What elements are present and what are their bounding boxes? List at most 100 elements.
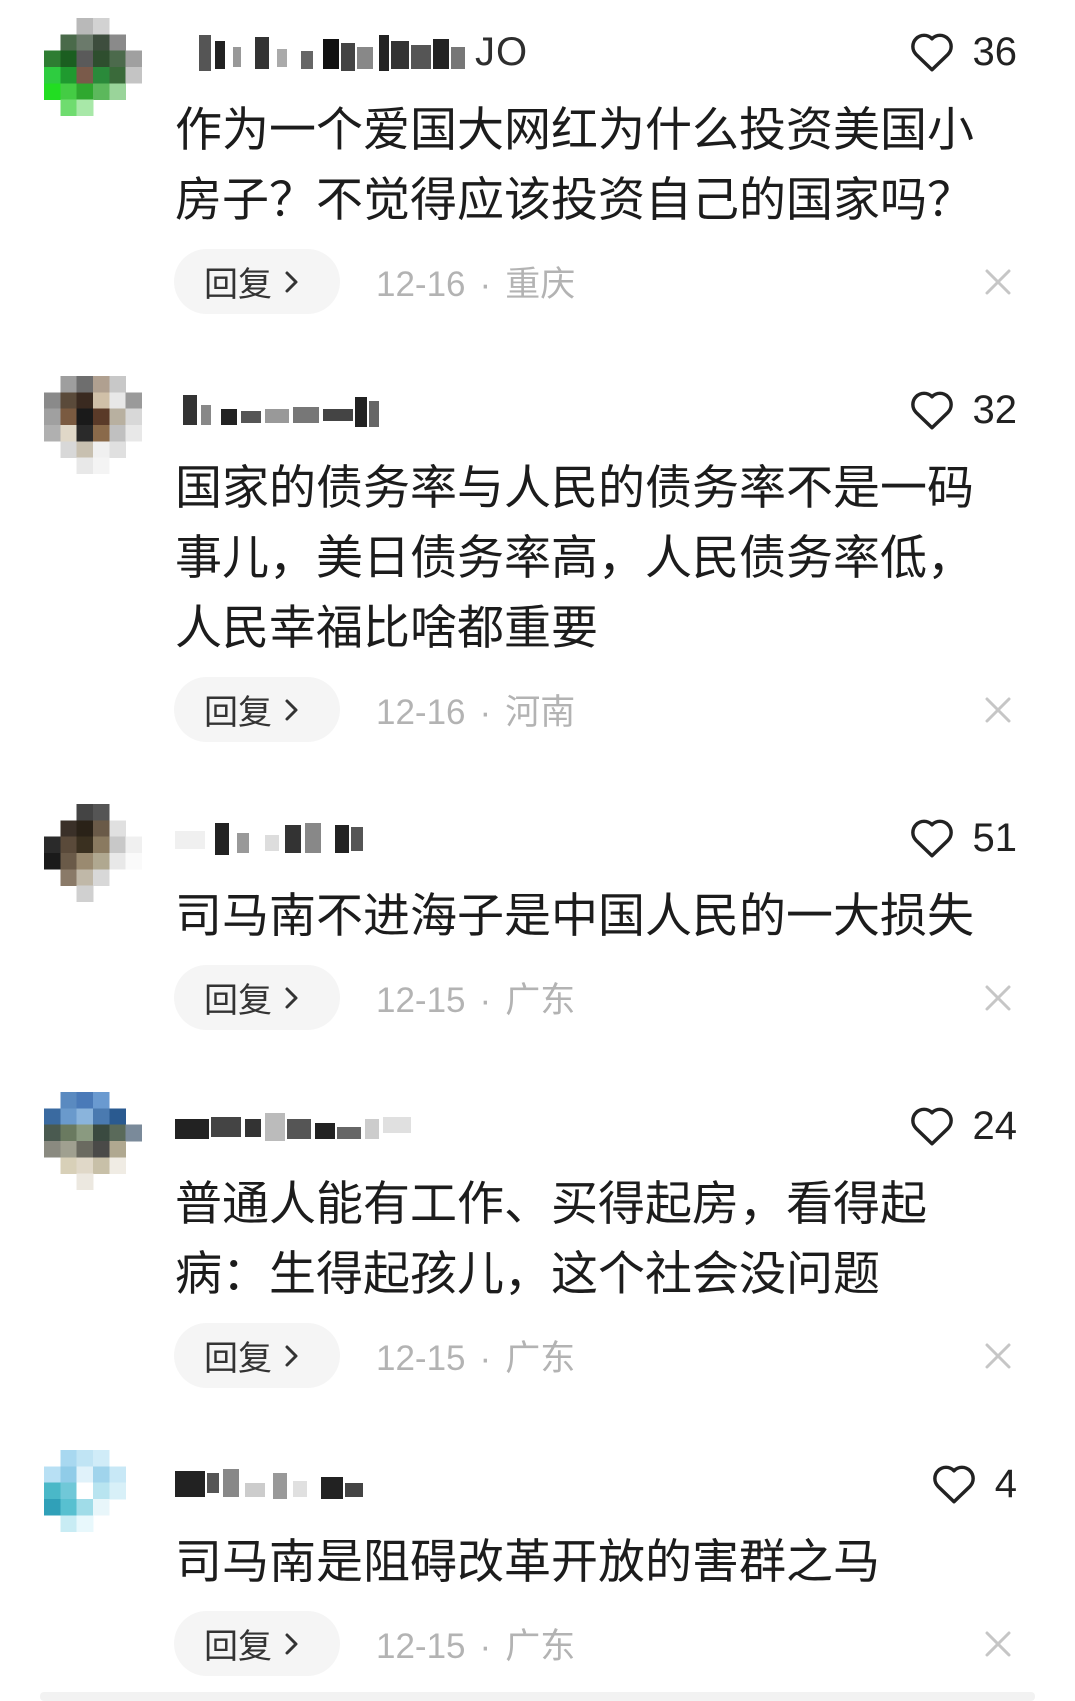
mosaic-cell	[76, 804, 94, 821]
username-blur-block	[321, 1477, 343, 1499]
close-icon[interactable]	[985, 1343, 1011, 1369]
mosaic-cell	[93, 67, 110, 84]
mosaic-cell	[60, 425, 77, 442]
mosaic-cell	[76, 1092, 94, 1109]
mosaic-cell	[93, 1450, 110, 1467]
comment-header: 24	[175, 1096, 1017, 1156]
username-blur-block	[335, 825, 349, 853]
mosaic-cell	[109, 1157, 126, 1174]
mosaic-cell	[44, 408, 61, 426]
mosaic-cell	[93, 1157, 110, 1174]
like-button[interactable]: 36	[909, 22, 1017, 82]
mosaic-cell	[109, 34, 126, 51]
username-blur-block	[451, 47, 465, 69]
username-blur-block	[287, 1119, 311, 1139]
reply-button[interactable]: 回复	[174, 965, 340, 1030]
comment-text: 国家的债务率与人民的债务率不是一码 事儿，美日债务率高，人民债务率低， 人民幸福…	[175, 453, 1005, 663]
close-icon[interactable]	[985, 985, 1011, 1011]
mosaic-cell	[93, 1482, 110, 1500]
username-blur-block	[411, 45, 431, 69]
reply-button[interactable]: 回复	[174, 1323, 340, 1388]
comment-text-line: 人民幸福比啥都重要	[175, 601, 598, 654]
username-blur-block	[183, 395, 197, 425]
chevron-right-icon	[285, 271, 298, 292]
user-avatar[interactable]	[44, 1450, 142, 1548]
mosaic-cell	[60, 853, 77, 870]
reply-label: 回复	[204, 1628, 272, 1666]
mosaic-cell	[125, 1124, 142, 1142]
username-blur-block	[237, 833, 249, 853]
mosaic-cell	[93, 836, 110, 854]
mosaic-cell	[76, 408, 94, 426]
mosaic-cell	[93, 392, 110, 409]
comment-footer: 回复 12-15 · 广东	[174, 1323, 1075, 1388]
mosaic-cell	[109, 376, 126, 393]
mosaic-cell	[76, 869, 94, 886]
comment-text-line: 作为一个爱国大网红为什么投资美国小	[175, 103, 974, 156]
mosaic-cell	[44, 1141, 61, 1158]
comment-item: 32 国家的债务率与人民的债务率不是一码 事儿，美日债务率高，人民债务率低， 人…	[0, 376, 1075, 742]
username-blur-block	[293, 407, 319, 423]
mosaic-cell	[109, 83, 126, 100]
reply-button[interactable]: 回复	[174, 677, 340, 742]
mosaic-cell	[76, 1450, 94, 1467]
mosaic-cell	[44, 1124, 61, 1142]
close-icon[interactable]	[985, 697, 1011, 723]
mosaic-cell	[125, 836, 142, 854]
username-blur-block	[255, 37, 269, 69]
like-button[interactable]: 51	[909, 808, 1018, 868]
username-blur-block	[351, 827, 363, 851]
mosaic-cell	[93, 457, 110, 474]
comment-location: 重庆	[505, 265, 576, 304]
user-avatar[interactable]	[44, 1092, 142, 1190]
mosaic-cell	[109, 408, 126, 426]
chevron-shape	[285, 987, 298, 1008]
reply-label: 回复	[204, 694, 272, 732]
mosaic-cell	[60, 1499, 77, 1516]
username-blur-block	[355, 397, 367, 427]
username[interactable]	[175, 1459, 375, 1509]
mosaic-cell	[44, 853, 61, 870]
username-blur-block	[365, 1119, 379, 1139]
username[interactable]	[175, 385, 385, 435]
like-button[interactable]: 4	[931, 1454, 1017, 1514]
mosaic-cell	[125, 67, 142, 84]
username-blur-block	[305, 823, 321, 853]
user-avatar[interactable]	[44, 376, 142, 474]
mosaic-cell	[93, 441, 110, 458]
reply-button[interactable]: 回复	[174, 1611, 340, 1676]
username[interactable]	[175, 813, 375, 863]
mosaic-cell	[93, 853, 110, 870]
comment-meta: 12-15 · 广东	[376, 1330, 575, 1381]
like-button[interactable]: 32	[909, 380, 1017, 440]
like-count: 24	[972, 1104, 1018, 1148]
mosaic-cell	[60, 392, 77, 409]
close-icon[interactable]	[985, 1631, 1011, 1657]
heart-shape	[910, 819, 953, 858]
like-button[interactable]: 24	[909, 1096, 1018, 1156]
mosaic-cell	[60, 1482, 77, 1500]
mosaic-cell	[60, 34, 77, 51]
mosaic-cell	[44, 1108, 61, 1125]
mosaic-cell	[109, 820, 126, 837]
heart-shape	[910, 33, 953, 72]
close-icon[interactable]	[985, 269, 1011, 295]
mosaic-cell	[93, 1108, 110, 1125]
mosaic-cell	[76, 853, 94, 870]
mosaic-cell	[93, 18, 110, 35]
username[interactable]: JO	[175, 27, 528, 77]
like-count: 51	[972, 816, 1018, 860]
user-avatar[interactable]	[44, 18, 142, 116]
username[interactable]	[175, 1101, 425, 1151]
heart-outline-icon	[910, 33, 953, 72]
mosaic-cell	[60, 1108, 77, 1125]
comment-item: JO 36 作为一个爱国大网红为什么投资美国小 房子？不觉得应该投资自己的国家吗…	[0, 18, 1075, 314]
reply-button[interactable]: 回复	[174, 249, 340, 314]
mosaic-cell	[125, 408, 142, 426]
mosaic-cell	[125, 392, 142, 409]
user-avatar[interactable]	[44, 804, 142, 902]
username-blur-block	[391, 41, 409, 69]
username-blur-block	[379, 35, 389, 71]
mosaic-cell	[60, 820, 77, 837]
mosaic-cell	[76, 820, 94, 837]
